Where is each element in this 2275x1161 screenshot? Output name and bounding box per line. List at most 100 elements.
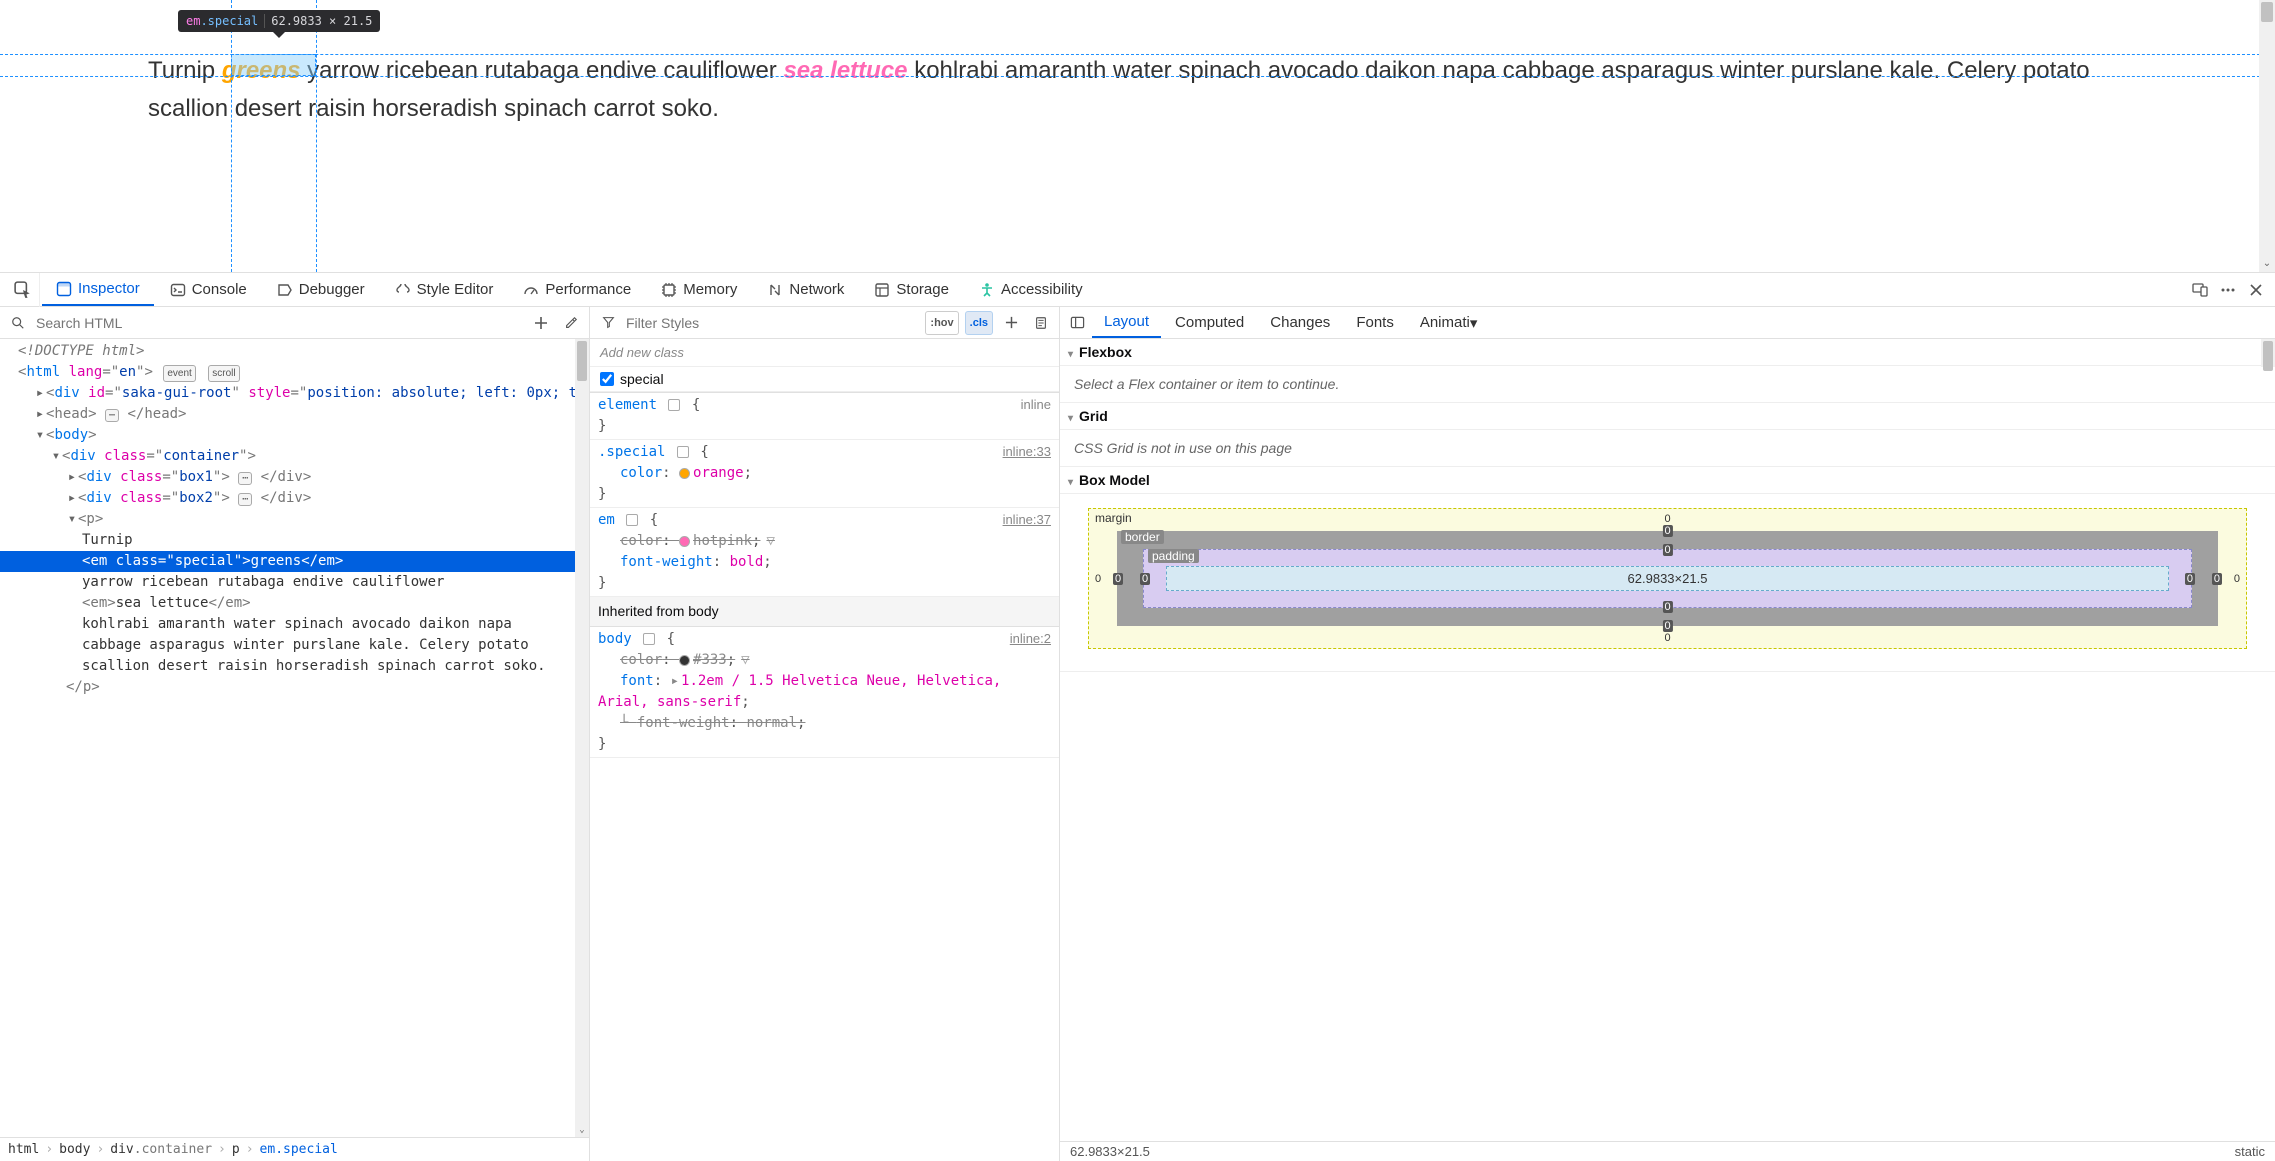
rule-special[interactable]: inline:33 .special { color: orange; }	[590, 440, 1059, 508]
filter-styles-input[interactable]	[626, 315, 919, 331]
sidebar-toggle-button[interactable]	[1064, 310, 1090, 336]
boxmodel-padding[interactable]: padding 0 0 0 0 62.9833×21.5	[1143, 549, 2192, 608]
selector-highlighter-icon[interactable]	[643, 633, 655, 645]
close-devtools-button[interactable]	[2243, 277, 2269, 303]
tab-debugger[interactable]: Debugger	[263, 273, 379, 306]
rule-source[interactable]: inline:33	[1003, 442, 1051, 462]
selector-highlighter-icon[interactable]	[677, 446, 689, 458]
markup-scrollbar[interactable]: ⌄	[575, 339, 589, 1137]
class-toggle[interactable]: special	[590, 367, 1059, 392]
boxmodel-header[interactable]: Box Model	[1060, 467, 2275, 494]
html-node[interactable]: <html lang="en"> event scroll	[0, 362, 589, 383]
tab-accessibility[interactable]: Accessibility	[965, 273, 1097, 306]
ellipsis-icon[interactable]: ⋯	[238, 493, 252, 506]
toolbox-options-button[interactable]	[2215, 277, 2241, 303]
sidebar-tab-changes[interactable]: Changes	[1258, 307, 1342, 338]
event-badge[interactable]: event	[163, 365, 195, 382]
layout-body[interactable]: Flexbox Select a Flex container or item …	[1060, 339, 2275, 1161]
boxmodel-border[interactable]: border 0 0 0 0 padding 0 0 0 0 62	[1117, 531, 2218, 626]
rule-source[interactable]: inline:2	[1010, 629, 1051, 649]
expand-icon[interactable]: ▸	[66, 467, 78, 488]
ellipsis-icon[interactable]: ⋯	[105, 409, 119, 422]
color-swatch[interactable]	[679, 536, 690, 547]
flexbox-header[interactable]: Flexbox	[1060, 339, 2275, 366]
body-node[interactable]: ▾<body>	[0, 425, 589, 446]
tab-performance[interactable]: Performance	[509, 273, 645, 306]
pick-element-button[interactable]	[6, 273, 40, 307]
em-plain-node[interactable]: <em>sea lettuce</em>	[0, 593, 589, 614]
rules-list[interactable]: inline element { } inline:33 .special { …	[590, 393, 1059, 1161]
color-swatch[interactable]	[679, 468, 690, 479]
search-html-input[interactable]	[36, 315, 523, 331]
add-rule-button[interactable]	[999, 311, 1023, 335]
meatball-icon	[2220, 282, 2236, 298]
sidebar-scrollbar[interactable]	[2261, 339, 2275, 367]
crumb[interactable]: body	[59, 1142, 90, 1157]
selector-highlighter-icon[interactable]	[626, 514, 638, 526]
scrollbar-down-icon[interactable]: ⌄	[575, 1123, 589, 1137]
p-close-node[interactable]: </p>	[0, 677, 589, 698]
boxmodel-content[interactable]: 62.9833×21.5	[1166, 566, 2169, 591]
head-node[interactable]: ▸<head> ⋯ </head>	[0, 404, 589, 425]
pseudo-hov-toggle[interactable]: :hov	[925, 311, 958, 335]
scrollbar-thumb[interactable]	[2261, 2, 2273, 22]
print-media-toggle[interactable]	[1029, 311, 1053, 335]
crumb[interactable]: div.container	[110, 1142, 212, 1157]
text-node[interactable]: kohlrabi amaranth water spinach avocado …	[0, 614, 589, 677]
ellipsis-icon[interactable]: ⋯	[238, 472, 252, 485]
expand-icon[interactable]: ▸	[66, 488, 78, 509]
box2-node[interactable]: ▸<div class="box2"> ⋯ </div>	[0, 488, 589, 509]
saka-node[interactable]: ▸<div id="saka-gui-root" style="position…	[0, 383, 589, 404]
rule-body[interactable]: inline:2 body { color: #333;▽ font: ▸1.2…	[590, 627, 1059, 758]
crumb[interactable]: p	[232, 1142, 240, 1157]
sidebar-tab-fonts[interactable]: Fonts	[1344, 307, 1406, 338]
crumb[interactable]: em.special	[260, 1142, 338, 1157]
expand-icon[interactable]: ▸	[34, 404, 46, 425]
text-node[interactable]: Turnip	[0, 530, 589, 551]
tab-style-editor[interactable]: Style Editor	[381, 273, 508, 306]
rule-em[interactable]: inline:37 em { color: hotpink;▽ font-wei…	[590, 508, 1059, 597]
rule-source[interactable]: inline:37	[1003, 510, 1051, 530]
collapse-icon[interactable]: ▾	[50, 446, 62, 467]
scroll-badge[interactable]: scroll	[208, 365, 239, 382]
tab-memory[interactable]: Memory	[647, 273, 751, 306]
sidebar-tab-layout[interactable]: Layout	[1092, 307, 1161, 338]
container-node[interactable]: ▾<div class="container">	[0, 446, 589, 467]
filter-icon[interactable]: ▽	[766, 533, 774, 549]
eyedropper-button[interactable]	[559, 311, 583, 335]
scrollbar-thumb[interactable]	[2263, 341, 2273, 371]
sidebar-icon	[1070, 315, 1085, 330]
rule-element[interactable]: inline element { }	[590, 393, 1059, 440]
boxmodel-margin[interactable]: margin 0 0 0 0 border 0 0 0 0 padding	[1088, 508, 2247, 649]
collapse-icon[interactable]: ▾	[66, 509, 78, 530]
rule-source[interactable]: inline	[1021, 395, 1051, 415]
filter-icon[interactable]: ▽	[741, 652, 749, 668]
responsive-mode-button[interactable]	[2187, 277, 2213, 303]
collapse-icon[interactable]: ▾	[34, 425, 46, 446]
text-node[interactable]: yarrow ricebean rutabaga endive cauliflo…	[0, 572, 589, 593]
grid-header[interactable]: Grid	[1060, 403, 2275, 430]
selector-highlighter-icon[interactable]	[668, 399, 680, 411]
tab-network[interactable]: Network	[753, 273, 858, 306]
class-checkbox[interactable]	[600, 372, 614, 386]
cls-toggle[interactable]: .cls	[965, 311, 993, 335]
add-class-input[interactable]: Add new class	[590, 339, 1059, 367]
tab-storage[interactable]: Storage	[860, 273, 963, 306]
box1-node[interactable]: ▸<div class="box1"> ⋯ </div>	[0, 467, 589, 488]
expand-shorthand-icon[interactable]: ▸	[671, 673, 679, 689]
tab-console[interactable]: Console	[156, 273, 261, 306]
scrollbar-down-icon[interactable]: ⌄	[2259, 256, 2275, 272]
page-scrollbar[interactable]: ⌄	[2259, 0, 2275, 272]
doctype-node[interactable]: <!DOCTYPE html>	[0, 341, 589, 362]
color-swatch[interactable]	[679, 655, 690, 666]
em-special-node[interactable]: <em class="special">greens</em>	[0, 551, 589, 572]
sidebar-tab-animations[interactable]: Animati▾	[1408, 307, 1490, 338]
tab-inspector[interactable]: Inspector	[42, 273, 154, 306]
markup-tree[interactable]: <!DOCTYPE html> <html lang="en"> event s…	[0, 339, 589, 1137]
scrollbar-thumb[interactable]	[577, 341, 587, 381]
expand-icon[interactable]: ▸	[34, 383, 46, 404]
add-node-button[interactable]	[529, 311, 553, 335]
sidebar-tab-computed[interactable]: Computed	[1163, 307, 1256, 338]
crumb[interactable]: html	[8, 1142, 39, 1157]
p-node[interactable]: ▾<p>	[0, 509, 589, 530]
